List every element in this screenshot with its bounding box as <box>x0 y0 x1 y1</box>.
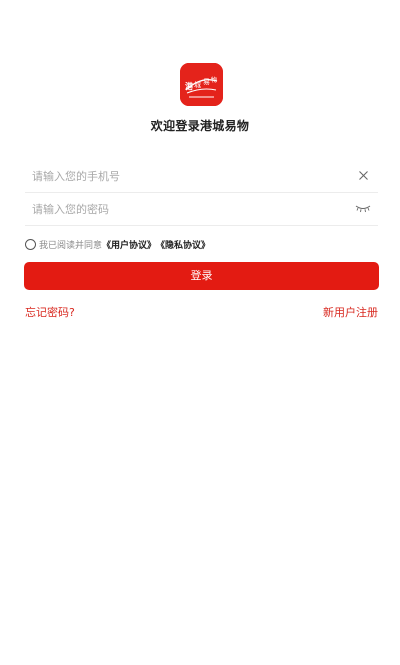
privacy-policy-link[interactable]: 《隐私协议》 <box>156 238 210 251</box>
phone-field <box>25 160 378 193</box>
user-agreement-link[interactable]: 《用户协议》 <box>102 238 156 251</box>
password-input[interactable] <box>32 193 332 225</box>
forgot-password-link[interactable]: 忘记密码? <box>25 304 75 320</box>
register-link[interactable]: 新用户注册 <box>323 304 378 320</box>
svg-text:易: 易 <box>203 78 210 86</box>
svg-text:物: 物 <box>211 76 217 84</box>
phone-input[interactable] <box>32 160 332 192</box>
agreement-radio[interactable] <box>25 238 36 250</box>
app-logo-icon: 港 城 易 物 <box>180 63 223 106</box>
close-icon[interactable] <box>358 170 369 181</box>
svg-text:港: 港 <box>185 81 194 91</box>
eye-closed-icon[interactable] <box>355 204 371 214</box>
agreement-prefix: 我已阅读并同意 <box>39 240 103 251</box>
agreement-row: 我已阅读并同意 《用户协议》 《隐私协议》 <box>25 237 210 251</box>
login-button[interactable]: 登录 <box>24 262 379 290</box>
svg-text:城: 城 <box>194 81 201 89</box>
password-field <box>25 193 378 226</box>
welcome-title: 欢迎登录港城易物 <box>150 119 250 133</box>
